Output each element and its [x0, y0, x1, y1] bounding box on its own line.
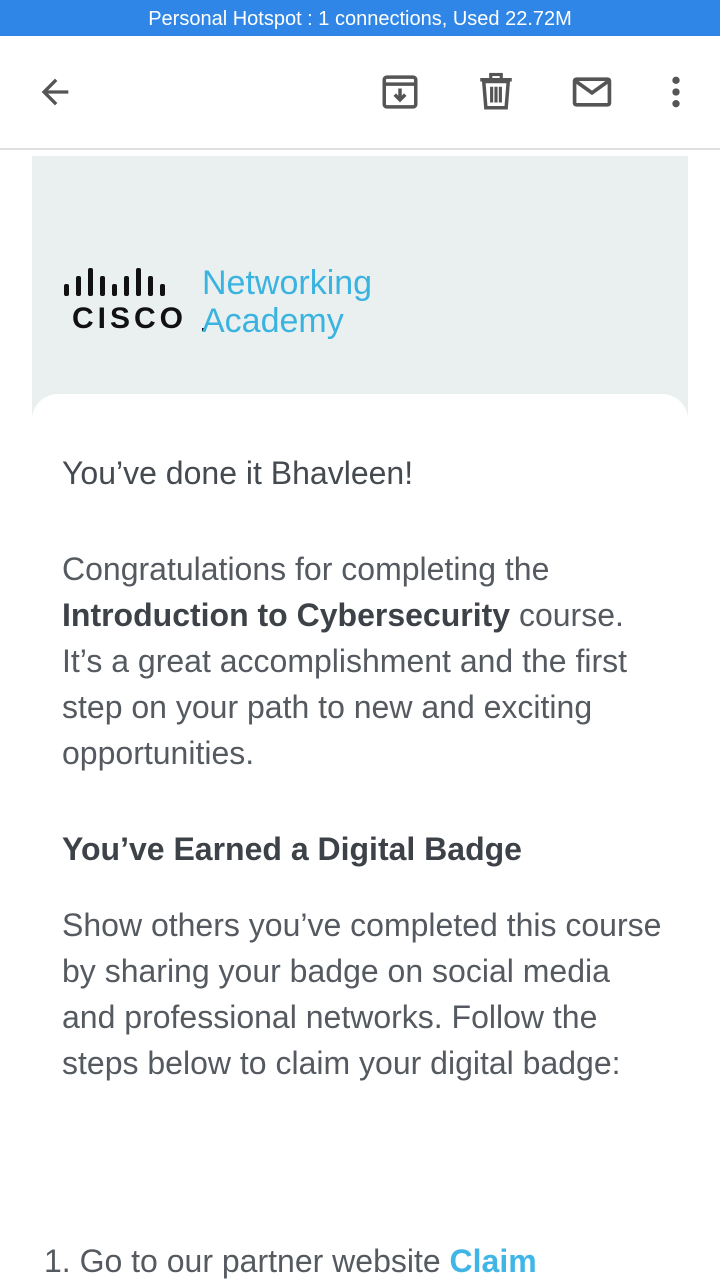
course-name: Introduction to Cybersecurity: [62, 597, 511, 633]
claim-badge-link[interactable]: Claim: [450, 1243, 537, 1279]
email-message: You’ve done it Bhavleen! Congratulations…: [62, 450, 672, 1086]
status-bar: Personal Hotspot : 1 connections, Used 2…: [0, 0, 720, 36]
arrow-left-icon: [41, 78, 69, 106]
back-button[interactable]: [31, 68, 79, 116]
more-options-button[interactable]: [652, 68, 700, 116]
email-header-banner: CISCO Networking Academy: [32, 156, 688, 416]
archive-button[interactable]: [376, 68, 424, 116]
archive-icon: [382, 75, 418, 109]
trash-icon: [480, 72, 512, 110]
delete-button[interactable]: [472, 68, 520, 116]
mail-icon: [572, 77, 612, 107]
cisco-bars-icon: [64, 268, 165, 296]
email-body: CISCO Networking Academy You’ve done it …: [0, 150, 720, 1280]
hotspot-status-text: Personal Hotspot : 1 connections, Used 2…: [148, 8, 572, 30]
step-text: Go to our partner website: [79, 1243, 441, 1279]
congratulations-paragraph: Congratulations for completing the Intro…: [62, 546, 672, 776]
step-number: 1.: [44, 1243, 71, 1279]
greeting-text: You’ve done it Bhavleen!: [62, 455, 414, 491]
mark-unread-button[interactable]: [568, 68, 616, 116]
cisco-wordmark: CISCO: [72, 302, 188, 335]
congrats-prefix: Congratulations for completing the: [62, 551, 550, 587]
list-item: 1. Go to our partner website Claim: [44, 1238, 644, 1280]
badge-paragraph: Show others you’ve completed this course…: [62, 907, 662, 1081]
email-toolbar: [0, 36, 720, 150]
more-vertical-icon: [672, 76, 680, 108]
logo-academy-text: Academy: [202, 302, 344, 340]
badge-heading: You’ve Earned a Digital Badge: [62, 831, 522, 867]
logo-networking-text: Networking: [202, 264, 373, 302]
